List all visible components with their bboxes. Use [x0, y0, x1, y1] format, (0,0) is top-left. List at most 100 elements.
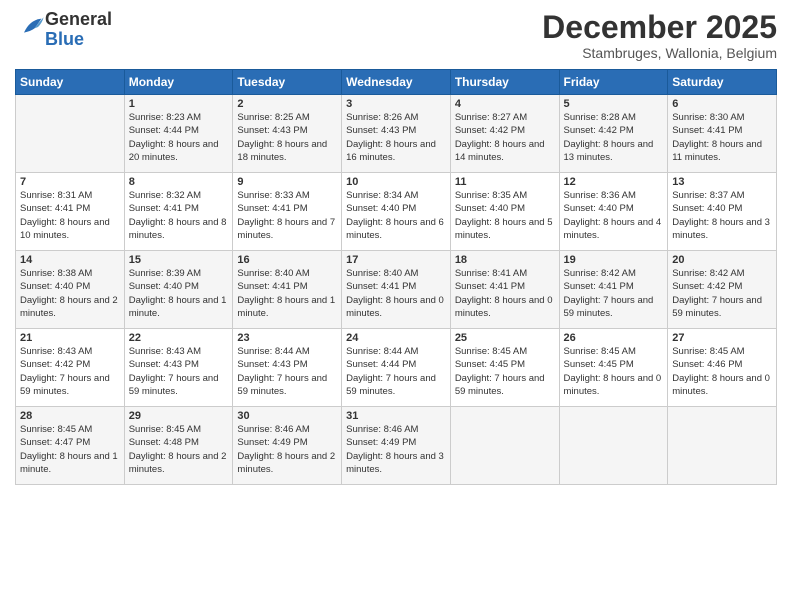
sunset: Sunset: 4:42 PM	[672, 281, 742, 292]
sunset: Sunset: 4:49 PM	[346, 437, 416, 448]
sunset: Sunset: 4:41 PM	[237, 281, 307, 292]
sunrise: Sunrise: 8:35 AM	[455, 190, 527, 201]
sunset: Sunset: 4:42 PM	[455, 125, 525, 136]
calendar-cell: 2Sunrise: 8:25 AMSunset: 4:43 PMDaylight…	[233, 95, 342, 173]
day-number: 2	[237, 98, 337, 110]
day-number: 28	[20, 410, 120, 422]
sunrise: Sunrise: 8:26 AM	[346, 112, 418, 123]
sunset: Sunset: 4:40 PM	[129, 281, 199, 292]
calendar-cell: 27Sunrise: 8:45 AMSunset: 4:46 PMDayligh…	[668, 329, 777, 407]
day-info: Sunrise: 8:35 AMSunset: 4:40 PMDaylight:…	[455, 189, 555, 242]
header-day-monday: Monday	[124, 70, 233, 95]
day-number: 6	[672, 98, 772, 110]
calendar-cell: 12Sunrise: 8:36 AMSunset: 4:40 PMDayligh…	[559, 173, 668, 251]
sunrise: Sunrise: 8:46 AM	[346, 424, 418, 435]
title-section: December 2025 Stambruges, Wallonia, Belg…	[542, 10, 777, 61]
day-number: 30	[237, 410, 337, 422]
page-container: General Blue December 2025 Stambruges, W…	[0, 0, 792, 495]
calendar-cell: 20Sunrise: 8:42 AMSunset: 4:42 PMDayligh…	[668, 251, 777, 329]
calendar-cell: 6Sunrise: 8:30 AMSunset: 4:41 PMDaylight…	[668, 95, 777, 173]
header-day-wednesday: Wednesday	[342, 70, 451, 95]
day-info: Sunrise: 8:26 AMSunset: 4:43 PMDaylight:…	[346, 111, 446, 164]
daylight: Daylight: 8 hours and 1 minute.	[237, 295, 335, 319]
sunrise: Sunrise: 8:45 AM	[564, 346, 636, 357]
calendar-cell: 14Sunrise: 8:38 AMSunset: 4:40 PMDayligh…	[16, 251, 125, 329]
day-info: Sunrise: 8:45 AMSunset: 4:45 PMDaylight:…	[455, 345, 555, 398]
day-info: Sunrise: 8:30 AMSunset: 4:41 PMDaylight:…	[672, 111, 772, 164]
daylight: Daylight: 8 hours and 3 minutes.	[346, 451, 444, 475]
sunset: Sunset: 4:42 PM	[564, 125, 634, 136]
sunset: Sunset: 4:49 PM	[237, 437, 307, 448]
day-info: Sunrise: 8:23 AMSunset: 4:44 PMDaylight:…	[129, 111, 229, 164]
daylight: Daylight: 7 hours and 59 minutes.	[129, 373, 219, 397]
daylight: Daylight: 8 hours and 4 minutes.	[564, 217, 662, 241]
day-info: Sunrise: 8:43 AMSunset: 4:43 PMDaylight:…	[129, 345, 229, 398]
daylight: Daylight: 8 hours and 2 minutes.	[129, 451, 227, 475]
header-day-saturday: Saturday	[668, 70, 777, 95]
daylight: Daylight: 8 hours and 18 minutes.	[237, 139, 327, 163]
sunrise: Sunrise: 8:28 AM	[564, 112, 636, 123]
sunrise: Sunrise: 8:37 AM	[672, 190, 744, 201]
calendar-cell: 25Sunrise: 8:45 AMSunset: 4:45 PMDayligh…	[450, 329, 559, 407]
day-number: 26	[564, 332, 664, 344]
calendar-table: SundayMondayTuesdayWednesdayThursdayFrid…	[15, 69, 777, 485]
calendar-cell: 22Sunrise: 8:43 AMSunset: 4:43 PMDayligh…	[124, 329, 233, 407]
calendar-cell: 4Sunrise: 8:27 AMSunset: 4:42 PMDaylight…	[450, 95, 559, 173]
day-number: 27	[672, 332, 772, 344]
calendar-cell: 16Sunrise: 8:40 AMSunset: 4:41 PMDayligh…	[233, 251, 342, 329]
logo: General Blue	[15, 10, 112, 50]
sunset: Sunset: 4:43 PM	[237, 359, 307, 370]
day-info: Sunrise: 8:40 AMSunset: 4:41 PMDaylight:…	[346, 267, 446, 320]
sunset: Sunset: 4:42 PM	[20, 359, 90, 370]
day-info: Sunrise: 8:46 AM Sunset: 4:49 PM Daylight:…	[237, 423, 337, 476]
daylight: Daylight: 8 hours and 0 minutes.	[564, 373, 662, 397]
daylight: Daylight: 7 hours and 59 minutes.	[20, 373, 110, 397]
calendar-cell: 5Sunrise: 8:28 AMSunset: 4:42 PMDaylight…	[559, 95, 668, 173]
day-number: 21	[20, 332, 120, 344]
sunrise: Sunrise: 8:45 AM	[455, 346, 527, 357]
sunrise: Sunrise: 8:39 AM	[129, 268, 201, 279]
day-number: 23	[237, 332, 337, 344]
sunrise: Sunrise: 8:32 AM	[129, 190, 201, 201]
day-number: 16	[237, 254, 337, 266]
calendar-cell: 31 Sunrise: 8:46 AM Sunset: 4:49 PM Dayligh…	[342, 407, 451, 485]
day-number: 8	[129, 176, 229, 188]
day-number: 29	[129, 410, 229, 422]
sunrise: Sunrise: 8:31 AM	[20, 190, 92, 201]
day-number: 11	[455, 176, 555, 188]
day-info: Sunrise: 8:41 AMSunset: 4:41 PMDaylight:…	[455, 267, 555, 320]
sunset: Sunset: 4:44 PM	[346, 359, 416, 370]
sunrise: Sunrise: 8:46 AM	[237, 424, 309, 435]
sunset: Sunset: 4:41 PM	[20, 203, 90, 214]
sunrise: Sunrise: 8:23 AM	[129, 112, 201, 123]
daylight: Daylight: 8 hours and 10 minutes.	[20, 217, 110, 241]
day-number: 19	[564, 254, 664, 266]
sunrise: Sunrise: 8:44 AM	[237, 346, 309, 357]
daylight: Daylight: 8 hours and 2 minutes.	[20, 295, 118, 319]
day-info: Sunrise: 8:45 AMSunset: 4:48 PMDaylight:…	[129, 423, 229, 476]
sunset: Sunset: 4:40 PM	[672, 203, 742, 214]
calendar-cell: 29Sunrise: 8:45 AMSunset: 4:48 PMDayligh…	[124, 407, 233, 485]
calendar-cell: 10Sunrise: 8:34 AMSunset: 4:40 PMDayligh…	[342, 173, 451, 251]
calendar-cell: 30 Sunrise: 8:46 AM Sunset: 4:49 PM Dayligh…	[233, 407, 342, 485]
day-info: Sunrise: 8:45 AMSunset: 4:46 PMDaylight:…	[672, 345, 772, 398]
calendar-cell: 9Sunrise: 8:33 AMSunset: 4:41 PMDaylight…	[233, 173, 342, 251]
daylight: Daylight: 8 hours and 3 minutes.	[672, 217, 770, 241]
day-info: Sunrise: 8:27 AMSunset: 4:42 PMDaylight:…	[455, 111, 555, 164]
day-number: 31	[346, 410, 446, 422]
sunset: Sunset: 4:44 PM	[129, 125, 199, 136]
sunset: Sunset: 4:48 PM	[129, 437, 199, 448]
sunrise: Sunrise: 8:43 AM	[129, 346, 201, 357]
sunset: Sunset: 4:41 PM	[129, 203, 199, 214]
daylight: Daylight: 8 hours and 2 minutes.	[237, 451, 335, 475]
daylight: Daylight: 8 hours and 11 minutes.	[672, 139, 762, 163]
day-info: Sunrise: 8:45 AMSunset: 4:47 PMDaylight:…	[20, 423, 120, 476]
daylight: Daylight: 7 hours and 59 minutes.	[455, 373, 545, 397]
day-info: Sunrise: 8:44 AMSunset: 4:44 PMDaylight:…	[346, 345, 446, 398]
day-number: 3	[346, 98, 446, 110]
logo-bird-icon	[17, 13, 45, 41]
sunrise: Sunrise: 8:27 AM	[455, 112, 527, 123]
day-info: Sunrise: 8:33 AMSunset: 4:41 PMDaylight:…	[237, 189, 337, 242]
week-row-1: 7Sunrise: 8:31 AMSunset: 4:41 PMDaylight…	[16, 173, 777, 251]
daylight: Daylight: 8 hours and 7 minutes.	[237, 217, 335, 241]
